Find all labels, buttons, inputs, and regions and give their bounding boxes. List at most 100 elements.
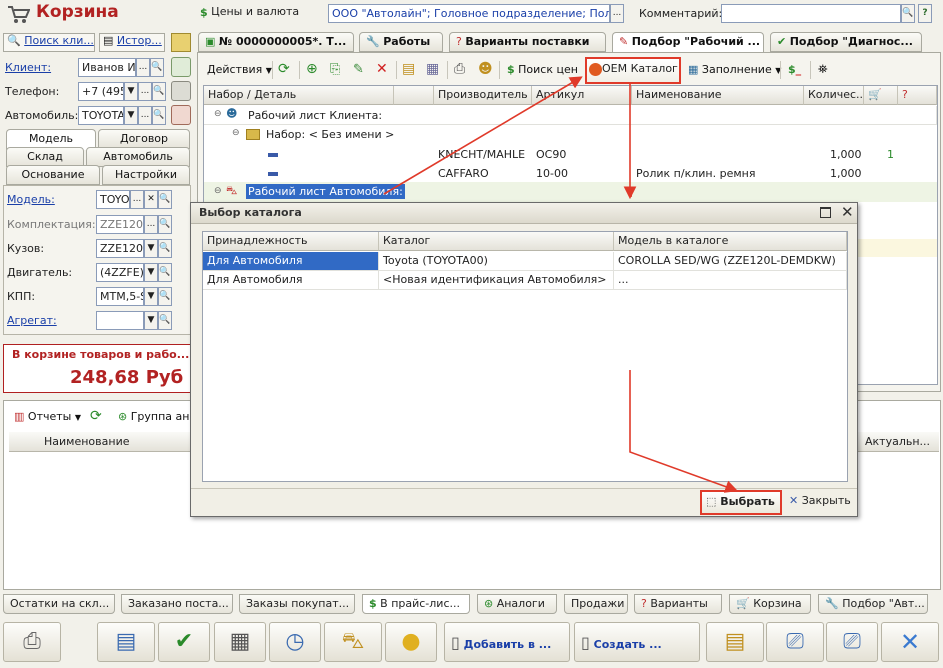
tab-analogs[interactable]: ⊛ Аналоги [477, 594, 557, 614]
close-button[interactable]: ✕ Закрыть [789, 494, 851, 507]
model-select-button[interactable]: ... [130, 190, 144, 209]
tab-variants[interactable]: ? Варианты [634, 594, 722, 614]
client-label[interactable]: Клиент: [5, 61, 51, 74]
engine-dropdown[interactable]: ▼ [144, 263, 158, 282]
car-select-button[interactable]: ... [138, 106, 152, 125]
tab-stock[interactable]: Остатки на скл... [3, 594, 115, 614]
model-field[interactable]: TOYO [96, 190, 130, 209]
model-label[interactable]: Модель: [7, 193, 55, 206]
col-qty[interactable]: Количес... [804, 86, 864, 105]
kpp-dropdown[interactable]: ▼ [144, 287, 158, 306]
grid-select-icon[interactable]: ▦ [426, 60, 439, 80]
tab-settings[interactable]: Настройки [102, 165, 190, 185]
col-variants[interactable]: ? [898, 86, 937, 105]
cart-check-button[interactable]: ✔ [158, 622, 210, 662]
actions-menu[interactable]: Действия ▼ [207, 60, 272, 80]
copy-icon[interactable]: ⎘ [330, 60, 340, 80]
refresh-icon[interactable]: ⟳ [278, 60, 290, 80]
kpp-field[interactable]: MTM,5-S [96, 287, 144, 306]
tab-warehouse[interactable]: Склад [6, 147, 84, 167]
tab-contract[interactable]: Договор [98, 129, 190, 149]
comment-search-button[interactable]: 🔍 [901, 4, 915, 23]
car-dropdown[interactable]: ▼ [124, 106, 138, 125]
tab-document[interactable]: ▣ № 0000000005*. Т... [198, 32, 354, 52]
complect-search-button[interactable]: 🔍 [158, 215, 172, 234]
save-button[interactable]: ⎚ [826, 622, 878, 662]
body-field[interactable]: ZZE120L [96, 239, 144, 258]
card-button[interactable]: ▤ [97, 622, 155, 662]
oem-catalog-button[interactable]: OEM Каталог [585, 57, 681, 84]
body-search-button[interactable]: 🔍 [158, 239, 172, 258]
reports-menu[interactable]: ▥ Отчеты ▼ [14, 407, 81, 427]
add-client-icon[interactable] [171, 57, 191, 77]
dialog-row-1-belongs[interactable]: Для Автомобиля [203, 252, 379, 271]
tab-diagnostics-selection[interactable]: ✔ Подбор "Диагнос... [770, 32, 922, 52]
col-lower-actual[interactable]: Актуальн... [865, 435, 930, 448]
edit-icon[interactable]: ✎ [353, 60, 364, 80]
col-catalog-model[interactable]: Модель в каталоге [614, 232, 847, 251]
col-catalog[interactable]: Каталог [379, 232, 614, 251]
col-belongs[interactable]: Принадлежность [203, 232, 379, 251]
col-lower-name[interactable]: Наименование [44, 435, 129, 448]
engine-search-button[interactable]: 🔍 [158, 263, 172, 282]
car-button[interactable]: ⛍ [324, 622, 382, 662]
organization-field[interactable]: ООО "Автолайн"; Головное подразделение; … [328, 4, 610, 23]
client-search-button[interactable]: 🔍 [150, 58, 164, 77]
analysis-group-button[interactable]: ⊛ Группа ана [118, 407, 196, 427]
dialog-grid[interactable]: Принадлежность Каталог Модель в каталоге… [202, 231, 848, 482]
fill-menu[interactable]: ▦ Заполнение ▼ [688, 60, 781, 80]
phone-field[interactable]: +7 (495) [78, 82, 124, 101]
org-select-button[interactable]: ... [610, 4, 624, 23]
search-client-button[interactable]: 🔍 Поиск кли... [3, 33, 95, 52]
collapse-icon[interactable]: ⊖ [232, 128, 240, 138]
col-name[interactable]: Наименование [632, 86, 804, 105]
tab-sales[interactable]: Продажи [564, 594, 628, 614]
car-field[interactable]: TOYOTA [78, 106, 124, 125]
phone-dropdown[interactable]: ▼ [124, 82, 138, 101]
tab-worksheet-selection[interactable]: ✎ Подбор "Рабочий ... [612, 32, 764, 53]
dialog-titlebar[interactable]: Выбор каталога ✕ [191, 203, 857, 224]
comment-field[interactable] [721, 4, 901, 23]
tab-works[interactable]: 🔧 Работы [359, 32, 443, 52]
dialog-row-2-catalog[interactable]: <Новая идентификация Автомобиля> [379, 271, 614, 290]
folder-up-icon[interactable] [171, 33, 191, 52]
close-icon[interactable]: ✕ [841, 203, 854, 221]
collapse-icon[interactable]: ⊖ [214, 109, 222, 119]
tab-ordered-supplier[interactable]: Заказано поста... [121, 594, 233, 614]
help-button[interactable]: ? [918, 4, 932, 23]
create-button[interactable]: ▯ Создать ... [574, 622, 700, 662]
price-clear-icon[interactable]: $_ [788, 60, 801, 80]
add-to-button[interactable]: ▯ Добавить в ... [444, 622, 570, 662]
complect-field[interactable]: ZZE120L [96, 215, 144, 234]
close-window-button[interactable]: ✕ [881, 622, 939, 662]
refresh-icon[interactable]: ⟳ [90, 407, 102, 427]
model-clear-button[interactable]: ✕ [144, 190, 158, 209]
tab-pricelist[interactable]: $ В прайс-лис... [362, 594, 470, 614]
dialog-row-2-model[interactable]: ... [614, 271, 847, 290]
binoculars-icon[interactable]: ⛯ [818, 60, 828, 80]
car-icon[interactable] [171, 105, 191, 125]
delete-icon[interactable]: ✕ [376, 60, 388, 80]
tab-car-selection[interactable]: 🔧 Подбор "Авт... [818, 594, 928, 614]
model-search-button[interactable]: 🔍 [158, 190, 172, 209]
price-search-button[interactable]: $ Поиск цен [507, 60, 578, 80]
col-maker[interactable]: Производитель [434, 86, 532, 105]
print-button[interactable]: ⎙ [3, 622, 61, 662]
client-field[interactable]: Иванов Ив [78, 58, 136, 77]
save-close-button[interactable]: ⎚ [766, 622, 824, 662]
tab-delivery-variants[interactable]: ? Варианты поставки [449, 32, 606, 52]
phone-icon[interactable] [171, 81, 191, 101]
folder-icon[interactable]: ▤ [402, 60, 415, 80]
car-search-button[interactable]: 🔍 [152, 106, 166, 125]
complect-select-button[interactable]: ... [144, 215, 158, 234]
aggregate-field[interactable] [96, 311, 144, 330]
col-article[interactable]: Артикул [532, 86, 632, 105]
calendar-button[interactable]: ◷ [269, 622, 321, 662]
col-empty[interactable] [394, 86, 434, 105]
tab-basis[interactable]: Основание [6, 165, 100, 185]
col-cart[interactable]: 🛒 [864, 86, 898, 105]
client-select-button[interactable]: ... [136, 58, 150, 77]
maximize-icon[interactable] [820, 207, 831, 218]
tab-basket[interactable]: 🛒 Корзина [729, 594, 811, 614]
aggregate-label[interactable]: Агрегат: [7, 314, 57, 327]
